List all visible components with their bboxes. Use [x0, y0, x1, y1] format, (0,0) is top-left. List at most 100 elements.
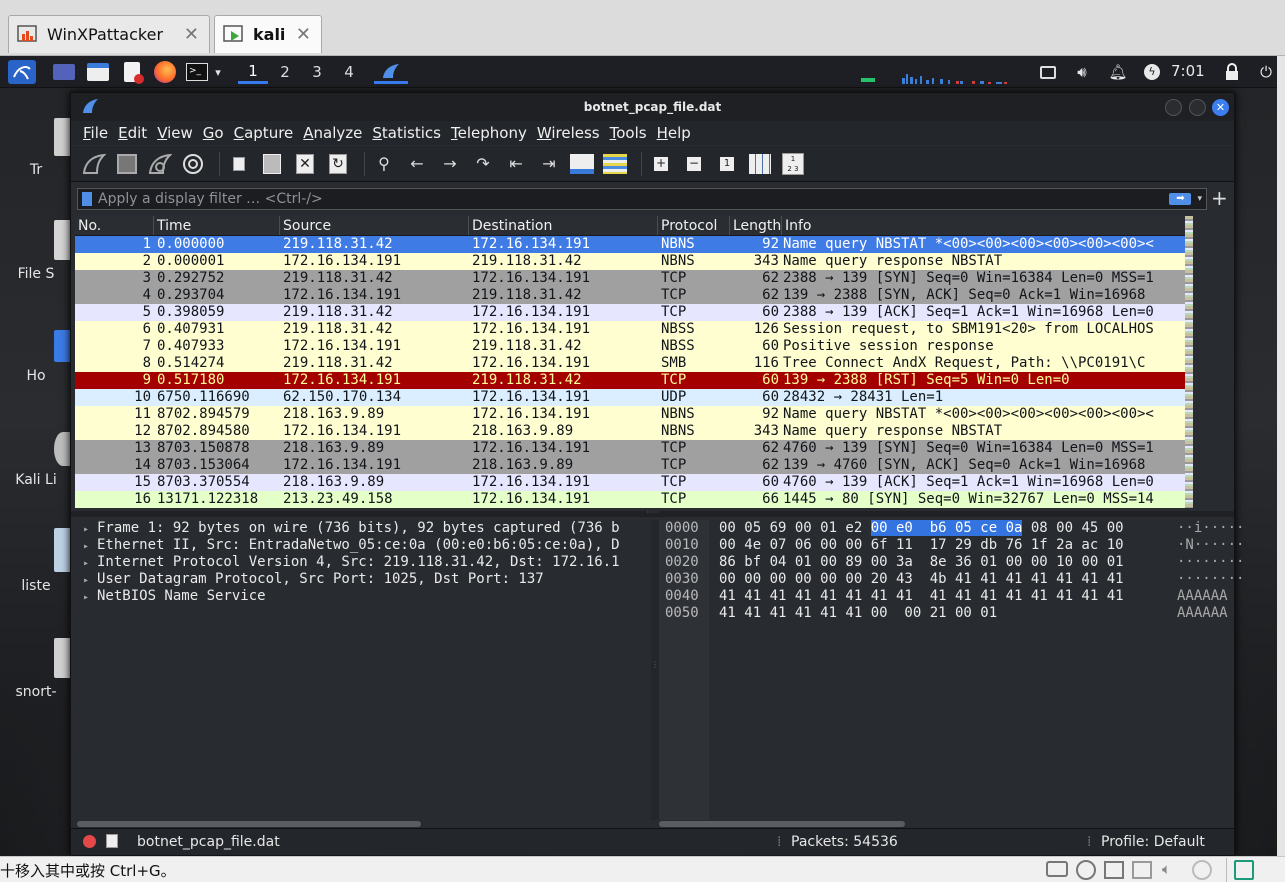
expand-arrow-icon[interactable]: ▸	[83, 538, 97, 554]
detail-tree-item[interactable]: ▸ Internet Protocol Version 4, Src: 219.1…	[75, 554, 651, 571]
packet-row[interactable]: 2 0.000001 172.16.134.191 219.118.31.42 NBNS…	[75, 253, 1185, 270]
notification-bell-icon[interactable]: 🔔︎	[1108, 60, 1128, 84]
sound-card-icon[interactable]: 🔈︎	[1162, 860, 1171, 878]
column-header-source[interactable]: Source	[280, 216, 469, 235]
bookmark-icon[interactable]	[82, 192, 92, 206]
first-packet-icon[interactable]: ⇤	[503, 151, 529, 177]
hex-row[interactable]: 00 05 69 00 01 e2 00 e0 b6 05 ce 0a 08 0…	[719, 520, 1124, 537]
text-editor-icon[interactable]	[120, 60, 144, 84]
file-manager-icon[interactable]	[86, 60, 110, 84]
search-icon[interactable]: ⚲	[371, 151, 397, 177]
menu-analyze[interactable]: Analyze	[303, 124, 362, 142]
packet-row[interactable]: 11 8702.894579 218.163.9.89 172.16.134.191 N…	[75, 406, 1185, 423]
workspace-4[interactable]: 4	[334, 60, 364, 84]
menu-telephony[interactable]: Telephony	[451, 124, 527, 142]
menu-edit[interactable]: Edit	[118, 124, 147, 142]
packet-row[interactable]: 16 13171.122318 213.23.49.158 172.16.134.19…	[75, 491, 1185, 508]
screenshot-icon[interactable]	[1038, 60, 1058, 84]
capture-comment-icon[interactable]	[106, 834, 118, 848]
network-adapter-icon[interactable]	[1104, 861, 1124, 879]
desktop-icon-home[interactable]: Ho	[0, 330, 72, 384]
vertical-splitter[interactable]: ⋮	[651, 520, 659, 820]
pane-splitter[interactable]: ·····	[71, 509, 1234, 517]
status-profile[interactable]: Profile: Default	[1101, 834, 1205, 850]
packet-row[interactable]: 7 0.407933 172.16.134.191 219.118.31.42 NBSS…	[75, 338, 1185, 355]
column-header-length[interactable]: Length	[730, 216, 782, 235]
workspace-1[interactable]: 1	[238, 60, 268, 84]
stop-capture-icon[interactable]	[114, 151, 140, 177]
desktop-icon-kali[interactable]: Kali Li	[0, 432, 72, 488]
chevron-down-icon[interactable]: ▾	[1197, 194, 1202, 204]
kali-menu-icon[interactable]	[8, 60, 36, 84]
cd-drive-icon[interactable]	[1076, 860, 1096, 880]
goto-packet-icon[interactable]: ↷	[470, 151, 496, 177]
bytes-hscrollbar[interactable]	[659, 821, 905, 827]
menu-capture[interactable]: Capture	[234, 124, 294, 142]
expert-info-icon[interactable]	[83, 835, 96, 848]
ascii-row[interactable]: ··i·····	[1177, 520, 1244, 537]
packet-row[interactable]: 3 0.292752 219.118.31.42 172.16.134.191 TCP 6…	[75, 270, 1185, 287]
detail-tree-item[interactable]: ▸ Frame 1: 92 bytes on wire (736 bits), 9…	[75, 520, 651, 537]
packet-row[interactable]: 9 0.517180 172.16.134.191 219.118.31.42 TCP 6…	[75, 372, 1185, 389]
show-desktop-icon[interactable]	[52, 60, 76, 84]
columns-icon[interactable]: 12 3	[780, 151, 806, 177]
vm-tab-kali[interactable]: kali ✕	[214, 15, 322, 53]
packet-row[interactable]: 15 8703.370554 218.163.9.89 172.16.134.191 T…	[75, 474, 1185, 491]
chevron-down-icon[interactable]: ▾	[211, 60, 225, 84]
hex-row[interactable]: 41 41 41 41 41 41 41 41 41 41 41 41 41 4…	[719, 588, 1124, 605]
wireshark-task-icon[interactable]	[374, 60, 408, 84]
desktop-icon-filesystem[interactable]: File S	[0, 220, 72, 282]
usb-icon[interactable]	[1192, 860, 1212, 880]
menu-tools[interactable]: Tools	[610, 124, 647, 142]
packet-row[interactable]: 8 0.514274 219.118.31.42 172.16.134.191 SMB 1…	[75, 355, 1185, 372]
column-header-destination[interactable]: Destination	[469, 216, 658, 235]
terminal-icon[interactable]: >_	[184, 60, 210, 84]
packet-list-scrollbar[interactable]	[1185, 216, 1193, 508]
vm-message-icon[interactable]	[1234, 860, 1254, 880]
window-titlebar[interactable]: botnet_pcap_file.dat ✕	[71, 93, 1234, 121]
reload-file-icon[interactable]: ↻	[325, 151, 351, 177]
menu-statistics[interactable]: Statistics	[372, 124, 441, 142]
detail-tree-item[interactable]: ▸ Ethernet II, Src: EntradaNetwo_05:ce:0a…	[75, 537, 651, 554]
ascii-row[interactable]: ········	[1177, 571, 1244, 588]
back-icon[interactable]: ←	[404, 151, 430, 177]
packet-row[interactable]: 14 8703.153064 172.16.134.191 218.163.9.89 T…	[75, 457, 1185, 474]
start-capture-icon[interactable]	[81, 151, 107, 177]
hard-disk-icon[interactable]	[1046, 861, 1068, 877]
expand-arrow-icon[interactable]: ▸	[83, 572, 97, 588]
column-header-info[interactable]: Info	[782, 216, 1185, 235]
column-header-time[interactable]: Time	[154, 216, 280, 235]
close-file-icon[interactable]: ✕	[292, 151, 318, 177]
expand-arrow-icon[interactable]: ▸	[83, 589, 97, 605]
display-filter-input[interactable]: Apply a display filter … <Ctrl-/>	[98, 191, 1169, 207]
volume-icon[interactable]: 🔊︎	[1072, 60, 1092, 84]
expand-arrow-icon[interactable]: ▸	[83, 521, 97, 537]
logout-icon[interactable]: ⏻	[1256, 60, 1276, 84]
resize-columns-icon[interactable]	[747, 151, 773, 177]
printer-icon[interactable]	[1132, 861, 1152, 879]
desktop-icon-snort[interactable]: snort-	[0, 638, 72, 700]
open-file-icon[interactable]	[226, 151, 252, 177]
packet-row[interactable]: 10 6750.116690 62.150.170.134 172.16.134.19…	[75, 389, 1185, 406]
colorize-icon[interactable]	[602, 151, 628, 177]
hex-row[interactable]: 00 00 00 00 00 00 20 43 4b 41 41 41 41 4…	[719, 571, 1124, 588]
ascii-row[interactable]: AAAAAA	[1177, 605, 1244, 622]
clock[interactable]: 7:01	[1171, 62, 1205, 80]
forward-icon[interactable]: →	[437, 151, 463, 177]
packet-row[interactable]: 6 0.407931 219.118.31.42 172.16.134.191 NBSS…	[75, 321, 1185, 338]
close-button[interactable]: ✕	[1212, 99, 1229, 116]
restart-capture-icon[interactable]	[147, 151, 173, 177]
packet-row-selected[interactable]: 1 0.000000 219.118.31.42 172.16.134.191 NBNS…	[75, 236, 1185, 253]
column-header-protocol[interactable]: Protocol	[658, 216, 730, 235]
normal-size-icon[interactable]: 1	[714, 151, 740, 177]
lock-icon[interactable]	[1222, 60, 1242, 84]
hex-row[interactable]: 00 4e 07 06 00 00 6f 11 17 29 db 76 1f 2…	[719, 537, 1124, 554]
menu-help[interactable]: Help	[657, 124, 691, 142]
menu-view[interactable]: View	[157, 124, 193, 142]
minimize-button[interactable]	[1165, 99, 1182, 116]
firefox-icon[interactable]	[153, 60, 177, 84]
column-header-no[interactable]: No.	[75, 216, 154, 235]
workspace-3[interactable]: 3	[302, 60, 332, 84]
apply-filter-icon[interactable]: ➡	[1169, 193, 1192, 205]
desktop-icon-trash[interactable]: Tr	[0, 118, 72, 178]
